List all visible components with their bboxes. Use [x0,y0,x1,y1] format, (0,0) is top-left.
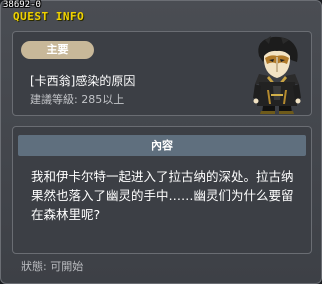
window-title: QUEST INFO [13,10,85,23]
quest-info-window: 38692-0 QUEST INFO 主要 [卡西翁]感染的原因 建議等級: 2… [0,0,322,284]
description-header: 內容 [18,135,306,156]
npc-portrait-icon [253,36,301,114]
description-text: 我和伊卡尔特一起进入了拉古纳的深处。拉古纳果然也落入了幽灵的手中……幽灵们为什么… [31,169,294,222]
quest-summary-panel: 主要 [卡西翁]感染的原因 建議等級: 285以上 [12,31,312,116]
quest-description-panel: 內容 我和伊卡尔特一起进入了拉古纳的深处。拉古纳果然也落入了幽灵的手中……幽灵们… [12,126,312,254]
quest-status: 狀態: 可開始 [21,260,84,273]
level-requirement: 建議等級: 285以上 [30,93,125,106]
quest-name: [卡西翁]感染的原因 [30,74,136,88]
quest-id: 38692-0 [3,0,41,10]
quest-category-badge: 主要 [21,41,94,59]
